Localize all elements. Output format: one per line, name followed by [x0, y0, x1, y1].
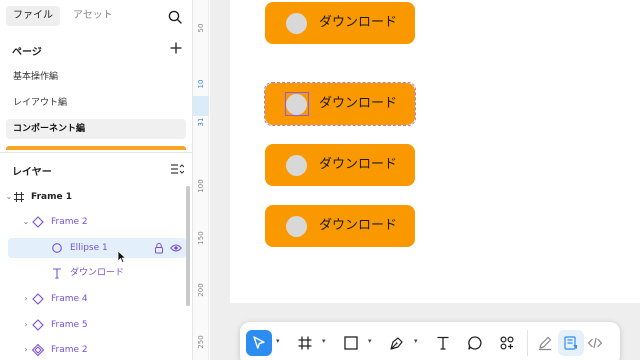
chevron-down-icon[interactable]: ▾ — [368, 337, 376, 347]
ruler-selection-highlight — [193, 96, 209, 116]
pencil-icon — [539, 336, 552, 351]
eye-icon[interactable] — [170, 243, 182, 253]
pen-icon — [390, 337, 403, 350]
tab-assets[interactable]: アセット — [66, 6, 120, 26]
layer-row-text[interactable]: ダウンロード — [8, 263, 186, 283]
frame-icon — [298, 336, 312, 350]
chevron-right-icon[interactable]: › — [21, 340, 31, 360]
draw-mode-button[interactable] — [532, 330, 558, 356]
left-panel: ファイル アセット ページ 基本操作編 レイアウト編 コンポーネント編 レイヤー… — [0, 0, 193, 360]
chevron-right-icon[interactable]: › — [21, 289, 31, 309]
design-mode-button[interactable] — [558, 330, 584, 356]
shape-tool[interactable] — [338, 330, 364, 356]
layer-row-frame-1[interactable]: ⌄ Frame 1 — [6, 187, 186, 207]
frame-icon — [14, 192, 24, 202]
component-icon — [32, 319, 44, 331]
layer-row-frame-5[interactable]: › Frame 5 — [8, 315, 186, 335]
move-tool[interactable] — [246, 330, 272, 356]
chevron-down-icon[interactable]: ▾ — [322, 337, 330, 347]
panel-divider — [0, 152, 192, 153]
page-resize-handle[interactable] — [6, 146, 186, 150]
dev-mode-button[interactable] — [582, 330, 608, 356]
apps-icon — [500, 336, 514, 350]
layer-name: Frame 4 — [51, 294, 88, 304]
ruler-tick: 200 — [197, 283, 205, 297]
ellipse — [286, 216, 307, 237]
cursor-icon — [253, 336, 265, 349]
download-button-selected[interactable]: ダウンロード — [265, 83, 415, 125]
lock-icon[interactable] — [154, 242, 164, 254]
ruler-tick: 100 — [197, 179, 205, 193]
layer-name: Frame 1 — [31, 192, 72, 202]
pages-title: ページ — [12, 47, 42, 58]
add-page-icon[interactable] — [168, 40, 184, 56]
layer-row-frame-2-main[interactable]: › Frame 2 — [8, 340, 186, 360]
download-button[interactable]: ダウンロード — [265, 205, 415, 247]
rectangle-icon — [344, 336, 358, 350]
text-icon — [437, 336, 449, 350]
code-icon — [587, 337, 603, 349]
tab-files[interactable]: ファイル — [6, 6, 60, 26]
ellipse — [286, 155, 307, 176]
ruler-tick: 150 — [197, 231, 205, 245]
layer-row-frame-4[interactable]: › Frame 4 — [8, 289, 186, 309]
page-item-basic[interactable]: 基本操作編 — [6, 67, 186, 87]
vertical-ruler: 50 10 31 100 150 200 250 — [193, 0, 209, 360]
page-item-components[interactable]: コンポーネント編 — [6, 119, 186, 139]
download-button[interactable]: ダウンロード — [265, 144, 415, 186]
layer-name: Frame 2 — [51, 217, 88, 227]
panel-tabs: ファイル アセット — [6, 6, 120, 26]
chevron-down-icon[interactable]: ▾ — [414, 337, 422, 347]
layer-name: Frame 2 — [51, 345, 88, 355]
ellipse[interactable] — [286, 94, 307, 115]
download-button[interactable]: ダウンロード — [265, 2, 415, 44]
layer-name: Ellipse 1 — [70, 243, 108, 253]
layer-row-frame-2[interactable]: ⌄ Frame 2 — [8, 212, 186, 232]
comment-tool[interactable] — [462, 330, 488, 356]
text-tool[interactable] — [430, 330, 456, 356]
chevron-down-icon[interactable]: ⌄ — [21, 212, 31, 232]
bottom-toolbar: ▾ ▾ ▾ ▾ — [240, 322, 620, 360]
download-label: ダウンロード — [319, 157, 398, 172]
ruler-tick: 10 — [197, 79, 205, 89]
ellipse — [286, 13, 307, 34]
ruler-tick: 31 — [197, 117, 205, 127]
layer-name: Frame 5 — [51, 320, 88, 330]
chevron-right-icon[interactable]: › — [21, 315, 31, 335]
layers-title: レイヤー — [12, 167, 52, 178]
layer-row-ellipse-1[interactable]: Ellipse 1 — [8, 238, 186, 258]
chevron-down-icon[interactable]: ▾ — [276, 337, 284, 347]
component-icon — [32, 216, 44, 228]
frame-tool[interactable] — [292, 330, 318, 356]
search-icon[interactable] — [167, 9, 183, 25]
text-icon — [53, 268, 61, 279]
toolbar-separator — [527, 330, 528, 356]
layers-scrollbar[interactable] — [186, 186, 190, 306]
layer-name: ダウンロード — [70, 268, 125, 278]
download-label: ダウンロード — [319, 218, 398, 233]
download-label: ダウンロード — [319, 15, 398, 30]
design-icon — [564, 336, 577, 350]
pen-tool[interactable] — [384, 330, 410, 356]
ellipse-icon — [52, 243, 62, 253]
comment-icon — [468, 336, 482, 350]
main-component-icon — [32, 344, 44, 356]
layer-options-icon[interactable] — [170, 163, 184, 175]
ruler-tick: 50 — [197, 23, 205, 33]
component-icon — [32, 293, 44, 305]
ruler-tick: 250 — [197, 335, 205, 349]
page-item-layout[interactable]: レイアウト編 — [6, 93, 186, 113]
components-tool[interactable] — [494, 330, 520, 356]
download-label: ダウンロード — [319, 96, 398, 111]
